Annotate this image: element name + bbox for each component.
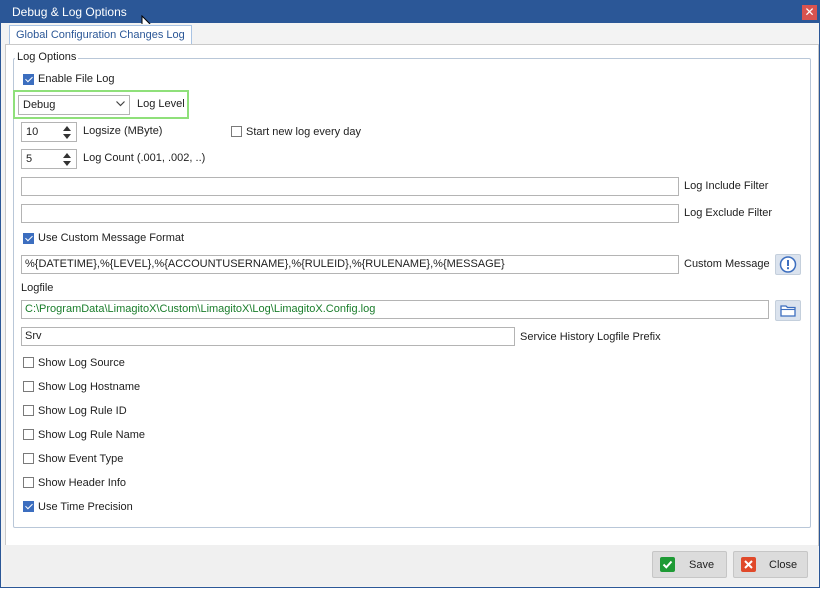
- show-log-source-label: Show Log Source: [38, 357, 125, 369]
- log-count-stepper[interactable]: 5: [21, 149, 77, 169]
- checkmark-icon: [660, 557, 675, 572]
- group-title: Log Options: [15, 51, 79, 63]
- logfile-label: Logfile: [21, 282, 54, 294]
- browse-folder-button[interactable]: [775, 300, 801, 321]
- custom-message-label: Custom Message: [684, 258, 770, 270]
- show-log-hostname-label: Show Log Hostname: [38, 381, 141, 393]
- start-new-log-checkbox[interactable]: [231, 126, 242, 137]
- tab-strip: Global Configuration Changes Log: [5, 24, 819, 46]
- show-event-type-label: Show Event Type: [38, 453, 124, 465]
- show-event-type-checkbox[interactable]: [23, 453, 34, 464]
- close-button-label: Close: [769, 559, 798, 571]
- show-log-rule-name-label: Show Log Rule Name: [38, 429, 146, 441]
- use-custom-message-format-checkbox[interactable]: [23, 233, 34, 244]
- folder-icon: [780, 305, 796, 317]
- show-log-rule-name-checkbox[interactable]: [23, 429, 34, 440]
- show-log-rule-id-label: Show Log Rule ID: [38, 405, 127, 417]
- increment-arrow-icon[interactable]: [63, 126, 71, 131]
- info-icon: [779, 256, 797, 273]
- show-log-hostname-checkbox[interactable]: [23, 381, 34, 392]
- info-button[interactable]: [775, 254, 801, 275]
- close-button[interactable]: Close: [733, 551, 808, 578]
- logsize-stepper[interactable]: 10: [21, 122, 77, 142]
- increment-arrow-icon[interactable]: [63, 153, 71, 158]
- decrement-arrow-icon[interactable]: [63, 161, 71, 166]
- show-log-rule-id-checkbox[interactable]: [23, 405, 34, 416]
- show-log-source-checkbox[interactable]: [23, 357, 34, 368]
- custom-message-input[interactable]: %{DATETIME},%{LEVEL},%{ACCOUNTUSERNAME},…: [21, 255, 679, 274]
- service-history-prefix-input[interactable]: Srv: [21, 327, 515, 346]
- service-history-prefix-label: Service History Logfile Prefix: [520, 331, 661, 343]
- close-icon: [741, 557, 756, 572]
- log-level-select[interactable]: Debug: [18, 95, 130, 115]
- title-bar[interactable]: Debug & Log Options ✕: [1, 1, 819, 23]
- log-exclude-filter-label: Log Exclude Filter: [684, 207, 773, 219]
- show-header-info-label: Show Header Info: [38, 477, 127, 489]
- logsize-label: Logsize (MByte): [83, 125, 163, 137]
- log-level-value: Debug: [23, 99, 56, 111]
- use-time-precision-label: Use Time Precision: [38, 501, 133, 513]
- log-count-value: 5: [26, 153, 33, 165]
- logfile-path-input[interactable]: C:\ProgramData\LimagitoX\Custom\Limagito…: [21, 300, 769, 319]
- log-include-filter-label: Log Include Filter: [684, 180, 769, 192]
- tab-panel: [5, 44, 819, 546]
- enable-file-log-checkbox[interactable]: [23, 74, 34, 85]
- use-time-precision-checkbox[interactable]: [23, 501, 34, 512]
- dialog-window: Debug & Log Options ✕ Global Configurati…: [0, 0, 820, 588]
- enable-file-log-label: Enable File Log: [38, 73, 115, 85]
- chevron-down-icon: [116, 101, 125, 107]
- log-level-label: Log Level: [137, 98, 185, 110]
- logsize-value: 10: [26, 126, 39, 138]
- log-include-filter-input[interactable]: [21, 177, 679, 196]
- decrement-arrow-icon[interactable]: [63, 134, 71, 139]
- log-count-label: Log Count (.001, .002, ..): [83, 152, 206, 164]
- show-header-info-checkbox[interactable]: [23, 477, 34, 488]
- save-button[interactable]: Save: [652, 551, 727, 578]
- save-button-label: Save: [689, 559, 715, 571]
- log-exclude-filter-input[interactable]: [21, 204, 679, 223]
- use-custom-message-format-label: Use Custom Message Format: [38, 232, 185, 244]
- tab-global-configuration-changes-log[interactable]: Global Configuration Changes Log: [9, 25, 192, 46]
- window-title: Debug & Log Options: [12, 5, 127, 19]
- close-window-button[interactable]: ✕: [802, 5, 817, 20]
- start-new-log-label: Start new log every day: [246, 126, 361, 138]
